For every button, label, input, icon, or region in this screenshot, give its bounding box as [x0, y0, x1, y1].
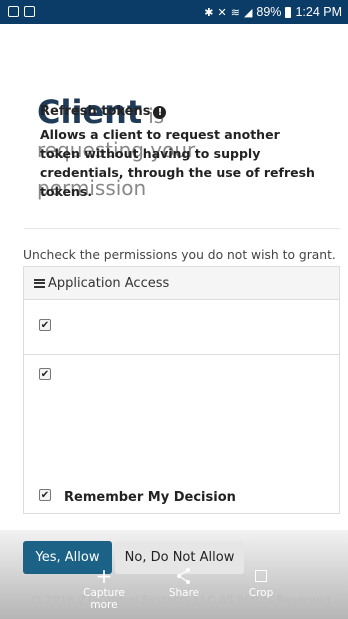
crop-label: Crop [248, 587, 274, 599]
share-action[interactable]: Share [163, 565, 205, 599]
mute-icon: ✕ [217, 6, 227, 19]
status-right: ✱ ✕ ≋ ◢ 89% 1:24 PM [204, 5, 342, 19]
app-notification-icon [8, 6, 19, 17]
wifi-icon: ≋ [230, 6, 240, 19]
crop-icon [255, 570, 267, 582]
refresh-tokens-description: Allows a client to request another token… [40, 127, 315, 199]
refresh-tokens-title: Refresh tokens! [40, 104, 167, 119]
permission-row-access: ✔ [24, 300, 339, 355]
clock: 1:24 PM [295, 5, 342, 19]
bluetooth-icon: ✱ [204, 6, 214, 19]
permissions-panel: Application Access ✔ ✔ [23, 266, 340, 514]
capture-label: Capture [83, 587, 125, 599]
list-icon [34, 278, 45, 288]
remember-checkbox[interactable]: ✔ [39, 489, 51, 501]
plus-icon: + [95, 564, 113, 588]
capture-more-label: more [90, 599, 118, 611]
instructions-text: Uncheck the permissions you do not wish … [23, 248, 336, 262]
battery-icon [285, 6, 292, 18]
remember-label: Remember My Decision [64, 490, 236, 505]
divider [24, 228, 340, 229]
share-label: Share [168, 587, 200, 599]
share-icon [177, 568, 190, 584]
panel-header-label: Application Access [48, 275, 170, 291]
crop-action[interactable]: Crop [240, 565, 282, 599]
signal-icon: ◢ [243, 6, 253, 19]
battery-percent: 89% [256, 5, 282, 19]
access-checkbox[interactable]: ✔ [39, 319, 51, 331]
refresh-tokens-label: Refresh tokens [40, 104, 151, 119]
notification-icons [8, 6, 35, 17]
capture-more-action[interactable]: + Capture more [83, 565, 125, 611]
refresh-tokens-checkbox[interactable]: ✔ [39, 368, 51, 380]
status-bar: ✱ ✕ ≋ ◢ 89% 1:24 PM [0, 0, 348, 24]
panel-header: Application Access [24, 267, 339, 300]
info-icon: ! [153, 106, 167, 119]
image-notification-icon [24, 6, 35, 17]
